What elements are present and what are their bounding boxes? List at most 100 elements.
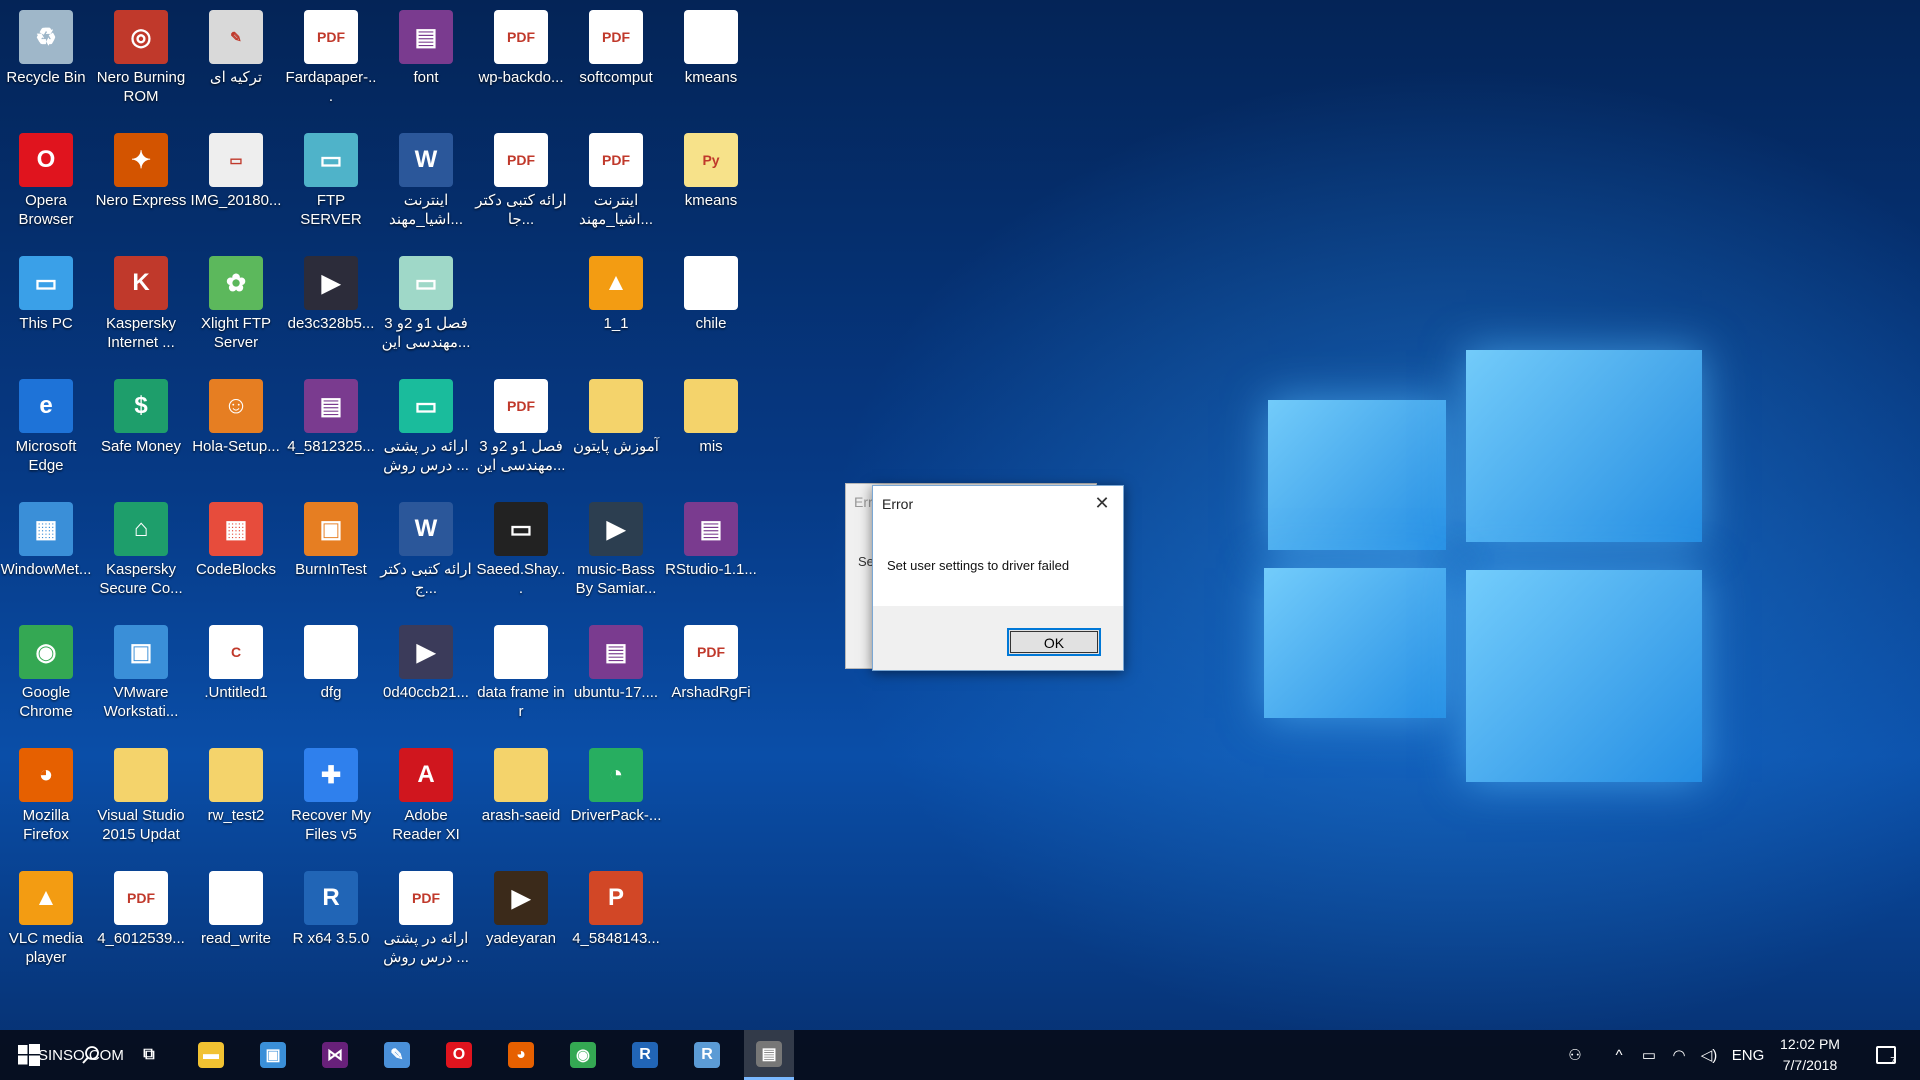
people-icon[interactable]: ⚇ xyxy=(1560,1030,1590,1080)
desktop-icon[interactable]: dfg xyxy=(285,619,377,737)
wifi-icon[interactable]: ◠ xyxy=(1665,1030,1693,1080)
desktop-icon[interactable]: ▦ CodeBlocks xyxy=(190,496,282,614)
chevron-up-icon[interactable]: ^ xyxy=(1605,1030,1633,1080)
desktop-icon[interactable]: K Kaspersky Internet ... xyxy=(95,250,187,368)
codeblocks-icon: ▦ xyxy=(209,502,263,556)
taskbar-app-button[interactable]: ▬ xyxy=(186,1030,236,1080)
pdf-icon: PDF xyxy=(684,625,738,679)
desktop-icon[interactable]: PDF wp-backdo... xyxy=(475,4,567,122)
ok-button[interactable]: OK xyxy=(1007,628,1101,656)
desktop-icon[interactable]: rw_test2 xyxy=(190,742,282,860)
desktop-icon-label: FTP SERVER xyxy=(300,192,362,228)
icon-glyph: PDF xyxy=(412,890,440,906)
desktop-icon[interactable]: $ Safe Money xyxy=(95,373,187,491)
taskbar-app-button[interactable]: R xyxy=(620,1030,670,1080)
desktop-icon[interactable]: ▶ music-Bass By Samiar... xyxy=(570,496,662,614)
desktop-icon[interactable]: ◔ DriverPack-... xyxy=(570,742,662,860)
desktop-icon[interactable]: PDF ارائه در پشتی درس روش ... xyxy=(380,865,472,983)
desktop-icon[interactable]: kmeans xyxy=(665,4,757,122)
desktop-icon[interactable]: ▤ ubuntu-17.... xyxy=(570,619,662,737)
desktop-icon-label: ArshadRgFi xyxy=(671,684,751,701)
desktop-icon[interactable]: ▭ IMG_20180... xyxy=(190,127,282,245)
desktop-icon[interactable]: PDF Fardapaper-... xyxy=(285,4,377,122)
desktop-icon[interactable]: ▶ de3c328b5... xyxy=(285,250,377,368)
desktop-icon-label: mis xyxy=(699,438,723,455)
desktop-icon[interactable]: PDF ArshadRgFi xyxy=(665,619,757,737)
taskbar-app-button[interactable]: ◕ xyxy=(496,1030,546,1080)
desktop-icon[interactable]: read_write xyxy=(190,865,282,983)
desktop-icon[interactable]: ◕ Mozilla Firefox xyxy=(0,742,92,860)
desktop-icon[interactable]: ♻ Recycle Bin xyxy=(0,4,92,122)
desktop-icon[interactable]: arash-saeid xyxy=(475,742,567,860)
taskbar-app-button[interactable]: ⧉ xyxy=(124,1030,174,1080)
desktop-icon[interactable]: ▭ فصل 1و 2و 3 مهندسی این... xyxy=(380,250,472,368)
volume-icon[interactable]: ◁) xyxy=(1695,1030,1723,1080)
desktop-icon[interactable]: ◉ Google Chrome xyxy=(0,619,92,737)
desktop-icon-label: .Untitled1 xyxy=(204,684,268,701)
desktop-icon[interactable]: ▦ WindowMet... xyxy=(0,496,92,614)
taskbar-app-button[interactable]: ▤ xyxy=(744,1030,794,1080)
desktop-icon[interactable]: ✦ Nero Express xyxy=(95,127,187,245)
desktop-icon[interactable]: A Adobe Reader XI xyxy=(380,742,472,860)
nero-express-icon: ✦ xyxy=(114,133,168,187)
desktop-icon[interactable]: PDF فصل 1و 2و 3 مهندسی این... xyxy=(475,373,567,491)
desktop-icon[interactable]: R R x64 3.5.0 xyxy=(285,865,377,983)
desktop-icon[interactable]: ▭ ارائه در پشتی درس روش ... xyxy=(380,373,472,491)
desktop-icon[interactable]: Visual Studio 2015 Updat xyxy=(95,742,187,860)
taskbar-app-button[interactable]: ⋈ xyxy=(310,1030,360,1080)
desktop-icon[interactable]: ▤ font xyxy=(380,4,472,122)
close-icon[interactable]: ✕ xyxy=(1091,492,1113,514)
desktop-icon[interactable]: ◎ Nero Burning ROM xyxy=(95,4,187,122)
language-indicator[interactable]: ENG xyxy=(1730,1030,1766,1080)
desktop-icon[interactable]: P 4_5848143... xyxy=(570,865,662,983)
desktop-icon[interactable]: W اینترنت اشیا_مهند... xyxy=(380,127,472,245)
taskbar-app-button[interactable]: ✎ xyxy=(372,1030,422,1080)
desktop-icon[interactable]: ▭ FTP SERVER xyxy=(285,127,377,245)
desktop-icon[interactable]: ▶ yadeyaran xyxy=(475,865,567,983)
desktop-icon[interactable]: ✎ ترکیه ای xyxy=(190,4,282,122)
desktop-icon[interactable]: ▣ BurnInTest xyxy=(285,496,377,614)
desktop-icon[interactable]: PDF اینترنت اشیا_مهند... xyxy=(570,127,662,245)
icon-glyph: ✦ xyxy=(130,146,152,174)
desktop-icon-label: اینترنت اشیا_مهند... xyxy=(578,192,654,228)
desktop-icon[interactable]: ▲ 1_1 xyxy=(570,250,662,368)
vlc-icon: ▲ xyxy=(19,871,73,925)
desktop-icon[interactable]: W ارائه کتبی دکتر ج... xyxy=(380,496,472,614)
video-file-icon: ▶ xyxy=(494,871,548,925)
desktop-icon[interactable]: mis xyxy=(665,373,757,491)
desktop-icon[interactable]: PDF 4_6012539... xyxy=(95,865,187,983)
battery-icon[interactable]: ▭ xyxy=(1635,1030,1663,1080)
taskbar-app-button[interactable]: R xyxy=(682,1030,732,1080)
action-center-button[interactable]: 7 xyxy=(1868,1030,1904,1080)
desktop-icon-label: Microsoft Edge xyxy=(15,438,77,474)
desktop-icon-label: 4_5812325... xyxy=(287,438,375,455)
taskbar-app-button[interactable]: ◉ xyxy=(558,1030,608,1080)
desktop-icon[interactable]: آموزش پایتون xyxy=(570,373,662,491)
icon-glyph: ◔ xyxy=(608,761,624,788)
desktop-icon[interactable]: ▭ Saeed.Shay... xyxy=(475,496,567,614)
opera-icon: O xyxy=(446,1042,472,1068)
desktop-icon[interactable]: ✿ Xlight FTP Server xyxy=(190,250,282,368)
desktop-icon[interactable]: ▭ This PC xyxy=(0,250,92,368)
icon-glyph xyxy=(304,625,358,679)
taskbar-app-button[interactable]: ▣ xyxy=(248,1030,298,1080)
desktop-icon[interactable]: O Opera Browser xyxy=(0,127,92,245)
desktop-icon[interactable]: ▤ RStudio-1.1... xyxy=(665,496,757,614)
desktop-icon[interactable]: ▲ VLC media player xyxy=(0,865,92,983)
icon-glyph: ▣ xyxy=(319,515,343,543)
clock[interactable]: 12:02 PM 7/7/2018 xyxy=(1770,1034,1850,1076)
desktop-icon[interactable]: e Microsoft Edge xyxy=(0,373,92,491)
desktop-icon[interactable]: ⌂ Kaspersky Secure Co... xyxy=(95,496,187,614)
desktop-icon[interactable]: PDF ارائه کتبی دکتر جا... xyxy=(475,127,567,245)
desktop-icon[interactable]: chile xyxy=(665,250,757,368)
desktop-icon[interactable]: Py kmeans xyxy=(665,127,757,245)
desktop-icon[interactable]: ▶ 0d40ccb21... xyxy=(380,619,472,737)
desktop-icon[interactable]: ☺ Hola-Setup... xyxy=(190,373,282,491)
desktop-icon[interactable]: data frame in r xyxy=(475,619,567,737)
desktop-icon[interactable]: ✚ Recover My Files v5 xyxy=(285,742,377,860)
desktop-icon[interactable]: ▣ VMware Workstati... xyxy=(95,619,187,737)
desktop-icon[interactable]: C .Untitled1 xyxy=(190,619,282,737)
taskbar-app-button[interactable]: O xyxy=(434,1030,484,1080)
desktop-icon[interactable]: ▤ 4_5812325... xyxy=(285,373,377,491)
desktop-icon[interactable]: PDF softcomput xyxy=(570,4,662,122)
